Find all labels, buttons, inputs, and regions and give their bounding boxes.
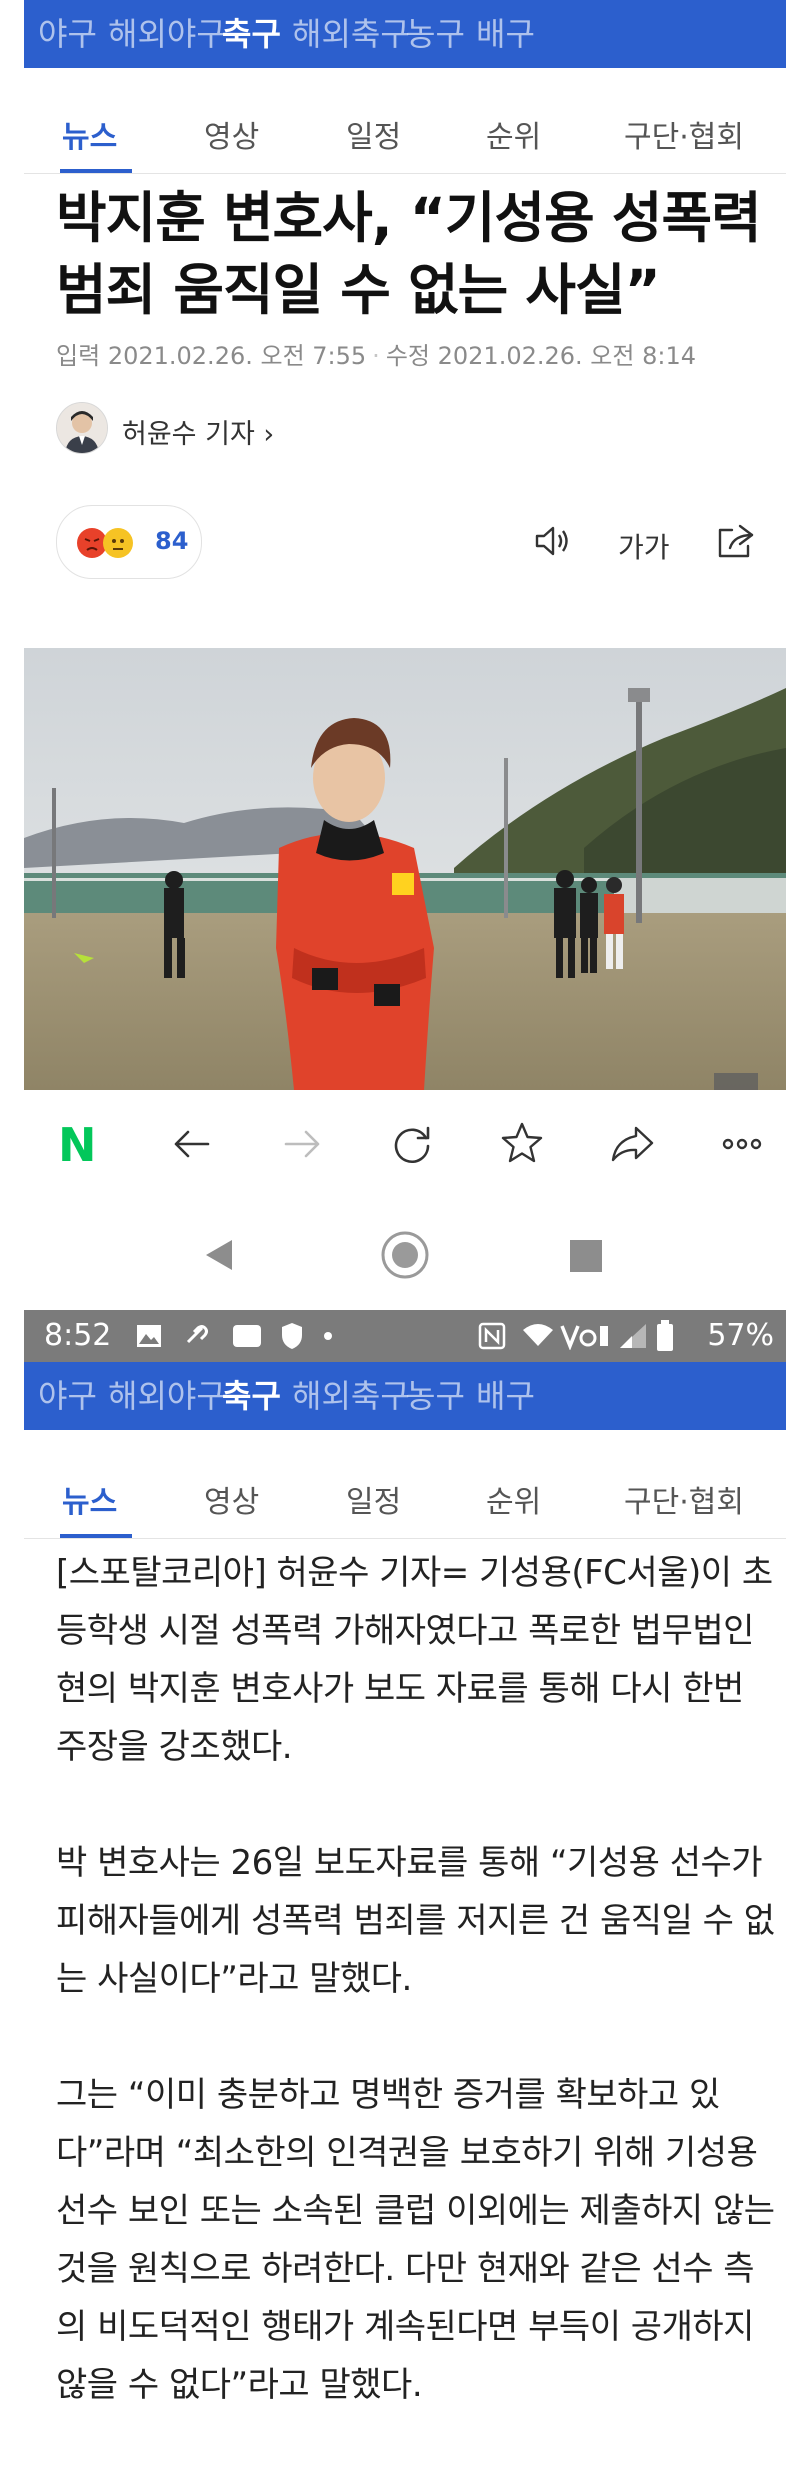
font-size-icon[interactable]: 가가 xyxy=(618,518,678,564)
reporter-name: 허윤수 기자 › xyxy=(122,419,275,450)
system-recents-icon[interactable] xyxy=(570,1240,602,1272)
category-basketball[interactable]: 농구 xyxy=(406,0,465,68)
tab-news[interactable]: 뉴스 xyxy=(62,103,117,173)
headline-line-2: 범죄 움직일 수 없는 사실” xyxy=(56,258,661,322)
article-body: [스포탈코리아] 허윤수 기자= 기성용(FC서울)이 초등학생 시절 성폭력 … xyxy=(56,1544,776,2472)
input-label: 입력 xyxy=(56,342,101,370)
tab-video[interactable]: 영상 xyxy=(204,103,259,173)
category-football[interactable]: 축구 xyxy=(222,0,281,68)
sub-tab-bar-repeat: 뉴스 영상 일정 순위 구단·협회 xyxy=(24,1468,786,1539)
tab-video[interactable]: 영상 xyxy=(204,1468,259,1538)
category-football[interactable]: 축구 xyxy=(222,1362,281,1430)
battery-percent: 57% xyxy=(707,1318,774,1353)
sub-tab-bar: 뉴스 영상 일정 순위 구단·협회 xyxy=(24,103,786,174)
meta-separator: · xyxy=(372,342,380,370)
input-time: 2021.02.26. 오전 7:55 xyxy=(107,342,367,370)
tab-standings[interactable]: 순위 xyxy=(486,1468,541,1538)
sports-category-nav-repeat: 야구 해외야구 축구 해외축구 농구 배구 xyxy=(24,1362,786,1430)
browser-toolbar: N xyxy=(24,1090,786,1199)
article-timestamps: 입력 2021.02.26. 오전 7:55 · 수정 2021.02.26. 오전… xyxy=(56,336,696,371)
edit-time: 2021.02.26. 오전 8:14 xyxy=(437,342,696,370)
tab-schedule[interactable]: 일정 xyxy=(346,1468,401,1538)
category-volleyball[interactable]: 배구 xyxy=(476,0,535,68)
category-volleyball[interactable]: 배구 xyxy=(476,1362,535,1430)
category-overseas-football[interactable]: 해외축구 xyxy=(292,0,410,68)
status-time: 8:52 xyxy=(44,1318,112,1353)
send-icon[interactable] xyxy=(604,1116,660,1172)
app-notification-icon xyxy=(233,1325,261,1347)
battery-icon xyxy=(657,1320,673,1351)
category-basketball[interactable]: 농구 xyxy=(406,1362,465,1430)
category-baseball[interactable]: 야구 xyxy=(38,1362,97,1430)
category-overseas-baseball[interactable]: 해외야구 xyxy=(108,1362,226,1430)
edit-label: 수정 xyxy=(385,342,430,370)
article-paragraph-2: 박 변호사는 26일 보도자료를 통해 “기성용 선수가 피해자들에게 성폭력 … xyxy=(56,1843,775,1999)
article-paragraph-3: 그는 “이미 충분하고 명백한 증거를 확보하고 있다”라며 “최소한의 인격권… xyxy=(56,2075,775,2405)
article-headline: 박지훈 변호사, “기성용 성폭력 범죄 움직일 수 없는 사실” xyxy=(56,182,776,326)
bookmark-star-icon[interactable] xyxy=(494,1116,550,1172)
gallery-icon xyxy=(137,1325,161,1347)
system-navigation-bar xyxy=(0,1198,810,1308)
share-icon[interactable] xyxy=(712,518,758,564)
reaction-button[interactable]: 84 xyxy=(56,505,202,579)
tab-news[interactable]: 뉴스 xyxy=(62,1468,117,1538)
link-icon xyxy=(186,1325,208,1344)
more-notifications-dot-icon xyxy=(324,1332,332,1340)
back-arrow-icon[interactable] xyxy=(164,1116,220,1172)
reaction-count: 84 xyxy=(155,527,189,555)
reload-icon[interactable] xyxy=(384,1116,440,1172)
tab-schedule[interactable]: 일정 xyxy=(346,103,401,173)
speaker-icon[interactable] xyxy=(530,518,576,564)
article-photo xyxy=(24,648,786,1090)
category-baseball[interactable]: 야구 xyxy=(38,0,97,68)
chevron-right-icon: › xyxy=(263,419,275,450)
naver-logo: N xyxy=(58,1118,97,1172)
category-overseas-football[interactable]: 해외축구 xyxy=(292,1362,410,1430)
headline-line-1: 박지훈 변호사, “기성용 성폭력 xyxy=(56,186,762,250)
active-tab-indicator xyxy=(60,1534,132,1538)
tab-clubs[interactable]: 구단·협회 xyxy=(624,103,744,173)
nfc-icon xyxy=(478,1322,506,1350)
category-overseas-baseball[interactable]: 해외야구 xyxy=(108,0,226,68)
system-home-icon[interactable] xyxy=(380,1230,430,1280)
naver-home-button[interactable]: N xyxy=(52,1116,108,1172)
wifi-icon xyxy=(523,1324,553,1346)
status-bar: 8:52 57% xyxy=(24,1310,786,1362)
reporter-avatar xyxy=(56,402,108,454)
tab-clubs[interactable]: 구단·협회 xyxy=(624,1468,744,1538)
tab-standings[interactable]: 순위 xyxy=(486,103,541,173)
signal-icon xyxy=(620,1324,646,1348)
active-tab-indicator xyxy=(60,169,132,173)
volte-icon xyxy=(560,1325,608,1350)
system-back-icon[interactable] xyxy=(202,1238,236,1272)
dizzy-emoji-icon xyxy=(103,528,133,558)
sports-category-nav: 야구 해외야구 축구 해외축구 농구 배구 xyxy=(24,0,786,68)
more-icon[interactable] xyxy=(714,1116,770,1172)
shield-icon xyxy=(282,1323,302,1349)
article-paragraph-1: [스포탈코리아] 허윤수 기자= 기성용(FC서울)이 초등학생 시절 성폭력 … xyxy=(56,1553,773,1767)
forward-arrow-icon[interactable] xyxy=(274,1116,330,1172)
